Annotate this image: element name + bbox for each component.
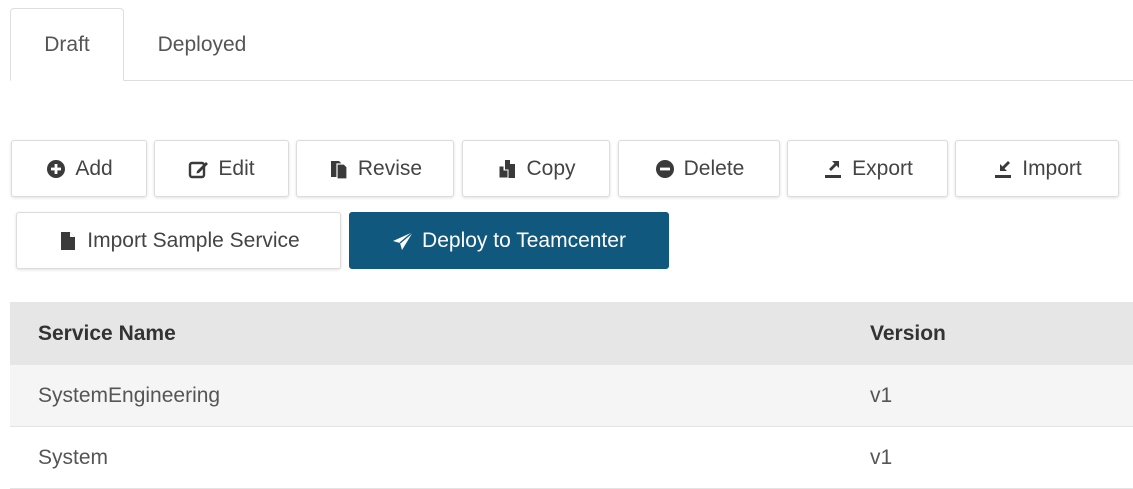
import-icon [992,158,1014,180]
add-button-label: Add [75,156,113,180]
version-cell: v1 [870,383,893,407]
file-icon [57,230,79,252]
paper-plane-icon [392,230,414,252]
copy-button-label: Copy [526,156,576,180]
services-table: Service Name Version SystemEngineering v… [10,302,1133,489]
table-header: Service Name Version [10,302,1133,365]
revise-icon [328,158,350,180]
table-row[interactable]: System v1 [10,427,1133,489]
tab-draft[interactable]: Draft [10,8,124,81]
column-header-service-name[interactable]: Service Name [38,302,176,365]
import-sample-service-label: Import Sample Service [87,228,300,252]
edit-icon [188,158,210,180]
tab-deployed[interactable]: Deployed [136,8,268,81]
import-sample-service-button[interactable]: Import Sample Service [16,212,341,269]
table-row[interactable]: SystemEngineering v1 [10,365,1133,427]
deploy-to-teamcenter-button[interactable]: Deploy to Teamcenter [349,212,669,269]
tab-deployed-label: Deployed [157,32,247,56]
delete-button-label: Delete [683,156,745,180]
revise-button-label: Revise [357,156,423,180]
revise-button[interactable]: Revise [296,140,454,197]
copy-button[interactable]: Copy [462,140,610,197]
delete-button[interactable]: Delete [618,140,780,197]
export-button-label: Export [852,156,913,180]
tab-bar: Draft Deployed [10,8,1133,81]
edit-button[interactable]: Edit [154,140,289,197]
export-button[interactable]: Export [787,140,948,197]
add-button[interactable]: Add [11,140,147,197]
plus-circle-icon [45,158,67,180]
edit-button-label: Edit [218,156,255,180]
version-cell: v1 [870,445,893,469]
import-button[interactable]: Import [955,140,1119,197]
service-name-cell: System [38,445,109,469]
column-header-version[interactable]: Version [870,302,946,365]
export-icon [822,158,844,180]
service-name-cell: SystemEngineering [38,383,221,407]
deploy-to-teamcenter-label: Deploy to Teamcenter [422,228,626,252]
import-button-label: Import [1022,156,1082,180]
copy-icon [496,158,518,180]
tab-draft-label: Draft [44,32,90,56]
minus-circle-icon [654,158,676,180]
